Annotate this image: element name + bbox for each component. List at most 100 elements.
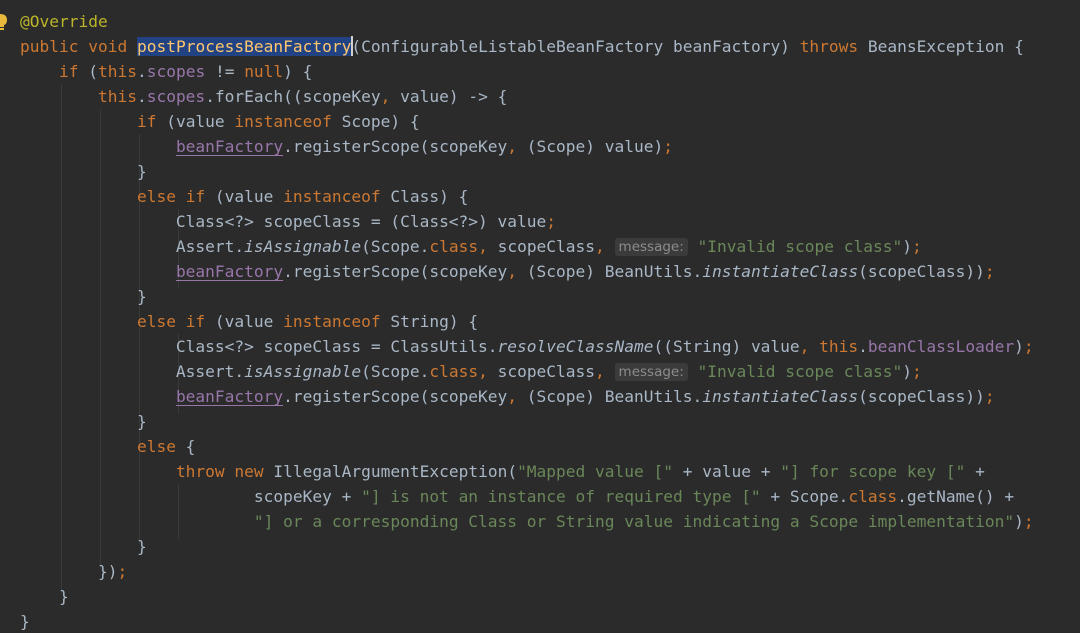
code-line[interactable]: beanFactory.registerScope(scopeKey, (Sco… bbox=[20, 134, 673, 159]
code-line[interactable]: } bbox=[20, 159, 147, 184]
code-token: instanceof bbox=[234, 112, 332, 131]
code-token: (value bbox=[205, 312, 284, 331]
code-token: isAssignable bbox=[244, 237, 362, 256]
code-token: (scopeClass)) bbox=[858, 262, 985, 281]
code-token: new bbox=[234, 462, 264, 481]
code-token: Assert. bbox=[20, 362, 245, 381]
code-token: scopeKey + bbox=[20, 487, 362, 506]
code-token: .getName() + bbox=[897, 487, 1015, 506]
code-token: class bbox=[429, 237, 479, 256]
code-token: scopeClass bbox=[497, 237, 596, 256]
code-line[interactable]: } bbox=[20, 584, 69, 609]
code-token: class bbox=[429, 362, 479, 381]
code-token: beanClassLoader bbox=[867, 337, 1015, 356]
code-token: , bbox=[595, 237, 605, 256]
code-token: } bbox=[20, 587, 69, 606]
code-token: ( bbox=[78, 62, 98, 81]
code-token: , bbox=[507, 262, 518, 281]
code-token: ; bbox=[911, 237, 922, 256]
code-editor[interactable]: @Override public void postProcessBeanFact… bbox=[0, 0, 1080, 633]
code-line[interactable]: beanFactory.registerScope(scopeKey, (Sco… bbox=[20, 259, 995, 284]
code-token: .registerScope(scopeKey bbox=[283, 137, 508, 156]
code-token: } bbox=[20, 412, 147, 431]
code-line[interactable]: }); bbox=[20, 559, 127, 584]
code-line[interactable]: Assert.isAssignable(Scope.class, scopeCl… bbox=[20, 234, 922, 259]
code-line[interactable]: scopeKey + "] is not an instance of requ… bbox=[20, 484, 1014, 509]
code-line[interactable]: else { bbox=[20, 434, 195, 459]
code-token: (Scope. bbox=[361, 237, 430, 256]
code-token: else bbox=[136, 187, 176, 206]
code-token: instanceof bbox=[283, 312, 381, 331]
code-token: this bbox=[819, 337, 859, 356]
code-token: ; bbox=[117, 562, 128, 581]
code-line[interactable]: else if (value instanceof Class) { bbox=[20, 184, 468, 209]
code-token: if bbox=[185, 187, 206, 206]
code-token: (Scope) value) bbox=[517, 137, 664, 156]
code-token: instanceof bbox=[283, 187, 381, 206]
code-token: ) bbox=[902, 362, 912, 381]
code-token: } bbox=[20, 162, 147, 181]
code-token: .forEach((scopeKey bbox=[205, 87, 381, 106]
code-token: ; bbox=[911, 362, 922, 381]
code-token: ) bbox=[1014, 337, 1024, 356]
code-token: beanFactory bbox=[175, 387, 284, 406]
code-token: , bbox=[595, 362, 605, 381]
code-line[interactable]: Assert.isAssignable(Scope.class, scopeCl… bbox=[20, 359, 922, 384]
code-token: , bbox=[507, 137, 518, 156]
code-token: . bbox=[136, 87, 147, 106]
code-line[interactable]: Class<?> scopeClass = (Class<?>) value; bbox=[20, 209, 556, 234]
code-line[interactable]: } bbox=[20, 284, 147, 309]
code-token: "] or a corresponding Class or String va… bbox=[253, 512, 1015, 531]
code-token: else bbox=[136, 437, 176, 456]
code-token: "Mapped value [" bbox=[517, 462, 673, 481]
code-line[interactable]: throw new IllegalArgumentException("Mapp… bbox=[20, 459, 985, 484]
code-token: ) bbox=[1014, 512, 1024, 531]
code-line[interactable]: "] or a corresponding Class or String va… bbox=[20, 509, 1034, 534]
code-line[interactable]: @Override bbox=[20, 9, 108, 34]
code-token: beanFactory bbox=[175, 137, 284, 156]
code-line[interactable]: if (value instanceof Scope) { bbox=[20, 109, 420, 134]
code-line[interactable]: beanFactory.registerScope(scopeKey, (Sco… bbox=[20, 384, 995, 409]
code-token: if bbox=[136, 112, 157, 131]
code-token: . bbox=[858, 337, 868, 356]
code-token: (scopeClass)) bbox=[858, 387, 985, 406]
code-line[interactable]: if (this.scopes != null) { bbox=[20, 59, 312, 84]
code-token: ; bbox=[1023, 512, 1034, 531]
code-token: ) { bbox=[283, 62, 313, 81]
code-line[interactable]: } bbox=[20, 534, 147, 559]
code-token: instantiateClass bbox=[702, 387, 859, 406]
code-line[interactable]: this.scopes.forEach((scopeKey, value) ->… bbox=[20, 84, 507, 109]
code-line[interactable]: public void postProcessBeanFactory(Confi… bbox=[20, 34, 1024, 59]
code-line[interactable]: } bbox=[20, 609, 30, 633]
parameter-hint: message: bbox=[614, 363, 688, 381]
parameter-hint: message: bbox=[614, 238, 688, 256]
code-token: public bbox=[20, 37, 79, 56]
code-token: beanFactory bbox=[175, 262, 284, 281]
code-token: ; bbox=[546, 212, 557, 231]
code-line[interactable]: } bbox=[20, 409, 147, 434]
code-line[interactable]: Class<?> scopeClass = ClassUtils.resolve… bbox=[20, 334, 1034, 359]
code-token: + bbox=[965, 462, 985, 481]
code-token: , bbox=[380, 87, 391, 106]
code-token: ((String) value bbox=[653, 337, 800, 356]
code-token: else bbox=[136, 312, 176, 331]
code-token: { bbox=[175, 437, 196, 456]
code-token: IllegalArgumentException( bbox=[263, 462, 518, 481]
code-token: .registerScope(scopeKey bbox=[283, 387, 508, 406]
code-token: } bbox=[20, 612, 30, 631]
code-line[interactable]: else if (value instanceof String) { bbox=[20, 309, 478, 334]
code-token: if bbox=[185, 312, 206, 331]
intention-bulb-icon[interactable] bbox=[0, 12, 9, 32]
